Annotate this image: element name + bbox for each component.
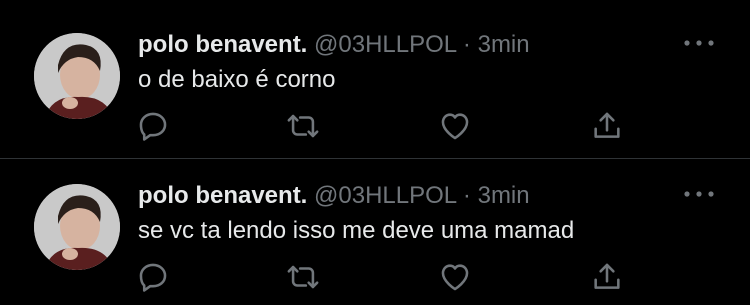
- more-options-icon[interactable]: [681, 34, 717, 52]
- tweet[interactable]: polo benavent. @03HLLPOL · 3min se vc ta…: [0, 155, 750, 305]
- header-separator: ·: [462, 31, 471, 58]
- tweet[interactable]: polo benavent. @03HLLPOL · 3min o de bai…: [0, 4, 750, 154]
- tweet-time[interactable]: 3min: [478, 31, 530, 58]
- like-icon[interactable]: [438, 260, 472, 294]
- share-icon[interactable]: [590, 260, 624, 294]
- retweet-icon[interactable]: [286, 260, 320, 294]
- author-name[interactable]: polo benavent.: [138, 31, 307, 58]
- avatar[interactable]: [34, 33, 120, 119]
- tweet-text: se vc ta lendo isso me deve uma mamad: [138, 217, 575, 244]
- reply-icon[interactable]: [136, 260, 170, 294]
- author-name[interactable]: polo benavent.: [138, 182, 307, 209]
- reply-icon[interactable]: [136, 109, 170, 143]
- more-options-icon[interactable]: [681, 185, 717, 203]
- avatar[interactable]: [34, 184, 120, 270]
- tweet-time[interactable]: 3min: [478, 182, 530, 209]
- tweet-text: o de baixo é corno: [138, 66, 336, 93]
- author-handle[interactable]: @03HLLPOL: [314, 182, 456, 209]
- author-handle[interactable]: @03HLLPOL: [314, 31, 456, 58]
- header-separator: ·: [462, 182, 471, 209]
- retweet-icon[interactable]: [286, 109, 320, 143]
- like-icon[interactable]: [438, 109, 472, 143]
- share-icon[interactable]: [590, 109, 624, 143]
- tweet-header: polo benavent. @03HLLPOL · 3min: [138, 30, 530, 60]
- tweet-header: polo benavent. @03HLLPOL · 3min: [138, 181, 530, 211]
